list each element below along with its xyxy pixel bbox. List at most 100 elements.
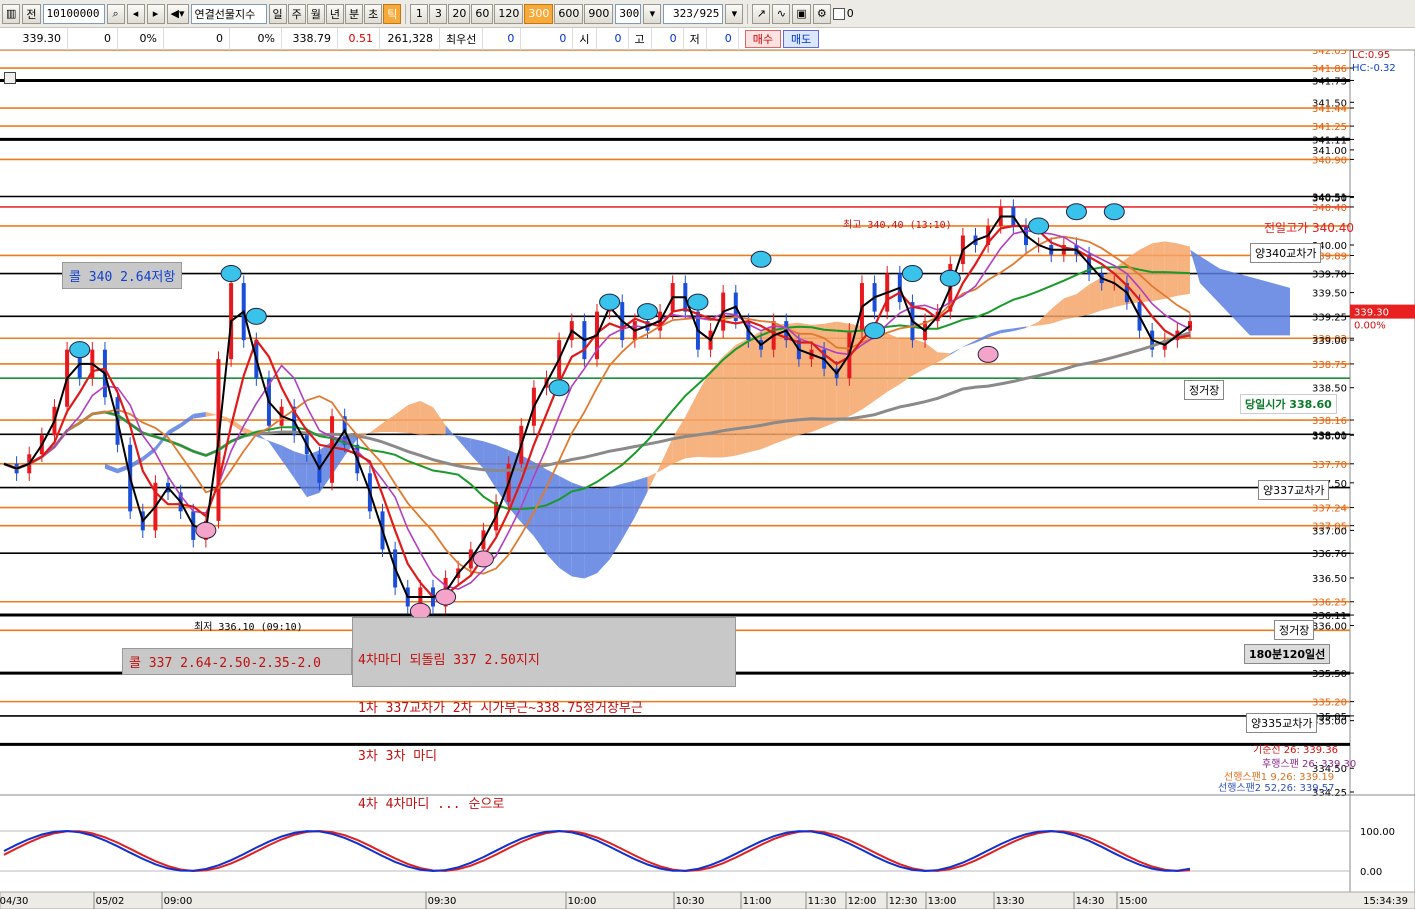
interval-button-0[interactable]: 1 bbox=[410, 3, 429, 24]
ichimoku-cloud-segment bbox=[723, 344, 736, 458]
ichimoku-cloud-segment bbox=[571, 482, 585, 579]
osc-axis-tick: 100.00 bbox=[1360, 827, 1395, 838]
signal-marker-oval bbox=[1065, 203, 1087, 221]
period-button-6[interactable]: 틱 bbox=[383, 3, 402, 24]
ichimoku-cloud-segment bbox=[559, 475, 572, 577]
signal-marker-oval bbox=[245, 307, 267, 325]
price-axis-tick: 337.00 bbox=[1312, 526, 1347, 537]
gear-icon[interactable]: ⚙ bbox=[812, 3, 831, 24]
trading-chart-window: ▥ 전 10100000 ⌕ ◂ ▸ ◀▾ 연결선물지수 일주월년분초틱 132… bbox=[0, 0, 1415, 909]
signal-marker-oval bbox=[472, 550, 494, 568]
price-axis-tick: 340.90 bbox=[1312, 155, 1347, 166]
ichimoku-cloud-segment bbox=[407, 400, 421, 435]
signal-marker-oval bbox=[599, 293, 621, 311]
next-code-icon[interactable]: ▸ bbox=[146, 3, 165, 24]
price-axis-tick: 336.76 bbox=[1312, 549, 1347, 560]
time-axis-label: 10:30 bbox=[676, 896, 705, 907]
ichimoku-cloud-segment bbox=[811, 323, 825, 433]
interval-input[interactable]: 300 bbox=[615, 3, 642, 24]
price-axis-tick: 338.16 bbox=[1312, 416, 1347, 427]
time-axis-label: 12:30 bbox=[889, 896, 918, 907]
quote-v1-pct: 0% bbox=[118, 27, 164, 50]
quote-high: 0 bbox=[652, 27, 684, 50]
ichimoku-cloud-segment bbox=[597, 487, 610, 574]
code-prefix-button[interactable]: 전 bbox=[22, 3, 41, 24]
buy-button[interactable]: 매수 bbox=[744, 29, 781, 48]
chart-menu-icon[interactable] bbox=[4, 72, 16, 84]
period-button-5[interactable]: 초 bbox=[364, 3, 383, 24]
chart-area[interactable]: 342.05 341.86 341.73 341.50 341.44 341.25 341.… bbox=[0, 50, 1415, 909]
quote-b2: 0 bbox=[521, 27, 574, 50]
quote-bar: 339.30 0 0% 0 0% 338.79 0.51 261,328 최우선… bbox=[0, 27, 1415, 50]
quote-price: 339.30 bbox=[0, 27, 68, 50]
interval-button-1[interactable]: 3 bbox=[429, 3, 448, 24]
instrument-field[interactable]: 연결선물지수 bbox=[190, 3, 267, 24]
price-axis-tick: 341.44 bbox=[1312, 104, 1347, 115]
search-icon[interactable]: ⌕ bbox=[106, 3, 125, 24]
ichimoku-cloud-segment bbox=[735, 338, 749, 456]
indicator-icon[interactable]: ∿ bbox=[772, 3, 791, 24]
ichimoku-cloud-segment bbox=[1164, 241, 1178, 299]
quote-volume: 261,328 bbox=[380, 27, 440, 50]
ma180-label: 180분120일선 bbox=[1244, 644, 1331, 664]
signal-marker-oval bbox=[220, 265, 242, 283]
price-axis-tick: 339.25 bbox=[1312, 312, 1347, 323]
best-label: 최우선 bbox=[440, 27, 484, 50]
scroll-icon[interactable]: ▾ bbox=[725, 3, 744, 24]
speaker-icon[interactable]: ◀▾ bbox=[166, 3, 189, 24]
interval-button-2[interactable]: 20 bbox=[448, 3, 471, 24]
signal-marker-oval bbox=[1028, 217, 1050, 235]
period-button-1[interactable]: 주 bbox=[287, 3, 306, 24]
time-axis-label: 09:00 bbox=[164, 896, 193, 907]
sell-button[interactable]: 매도 bbox=[783, 29, 820, 48]
prev-high-label: 전일고가 340.40 bbox=[1264, 221, 1354, 235]
ichimoku-cloud-segment bbox=[1063, 294, 1077, 320]
time-axis-label: 13:30 bbox=[996, 896, 1025, 907]
station-label-1: 정거장 bbox=[1184, 380, 1225, 400]
period-button-2[interactable]: 월 bbox=[306, 3, 325, 24]
interval-dropdown-icon[interactable]: ▾ bbox=[643, 3, 662, 24]
interval-button-4[interactable]: 120 bbox=[494, 3, 524, 24]
period-selector: 일주월년분초틱 bbox=[268, 3, 402, 24]
station-label-2: 정거장 bbox=[1274, 620, 1315, 640]
strategy-note-line: 4차 4차마디 ... 순으로 bbox=[358, 797, 505, 812]
price-axis-tick: 341.25 bbox=[1312, 122, 1347, 133]
chart-type-icon[interactable]: ▥ bbox=[2, 3, 21, 24]
strategy-note-line: 1차 337교차가 2차 시가부근~338.75정거장부근 bbox=[358, 701, 643, 716]
signal-marker-oval bbox=[750, 250, 772, 268]
session-high-note: 최고 340.40 (13:10) bbox=[843, 220, 952, 231]
interval-button-3[interactable]: 60 bbox=[471, 3, 494, 24]
price-axis-tick: 338.00 bbox=[1312, 431, 1347, 442]
ichimoku-cloud-segment bbox=[1177, 243, 1190, 296]
lc-label: LC:0.95 bbox=[1352, 50, 1391, 61]
prev-code-icon[interactable]: ◂ bbox=[126, 3, 145, 24]
interval-button-5[interactable]: 300 bbox=[524, 3, 554, 24]
toolbar-divider bbox=[405, 3, 407, 24]
time-axis-label: 05/02 bbox=[96, 896, 125, 907]
signal-marker-oval bbox=[195, 521, 217, 539]
low-label: 저 bbox=[684, 27, 707, 50]
time-axis-label: 11:30 bbox=[808, 896, 837, 907]
quote-v1: 0 bbox=[68, 27, 118, 50]
call-340-note: 콜 340 2.64저항 bbox=[62, 262, 183, 289]
price-axis-panel bbox=[1349, 50, 1415, 909]
strategy-note-line: 4차마디 되돌림 337 2.50지지 bbox=[358, 653, 540, 668]
trend-tool-icon[interactable]: ↗ bbox=[752, 3, 771, 24]
period-button-4[interactable]: 분 bbox=[345, 3, 364, 24]
interval-button-6[interactable]: 600 bbox=[554, 3, 584, 24]
chart-toolbar: ▥ 전 10100000 ⌕ ◂ ▸ ◀▾ 연결선물지수 일주월년분초틱 132… bbox=[0, 0, 1415, 28]
price-axis-tick: 342.05 bbox=[1312, 50, 1347, 57]
period-button-0[interactable]: 일 bbox=[268, 3, 287, 24]
period-button-3[interactable]: 년 bbox=[325, 3, 345, 24]
ichimoku-cloud-segment bbox=[887, 333, 900, 392]
interval-button-7[interactable]: 900 bbox=[584, 3, 614, 24]
option-checkbox[interactable] bbox=[832, 7, 845, 20]
page-counter: 323/925 bbox=[663, 3, 724, 24]
time-axis-label: 15:00 bbox=[1119, 896, 1148, 907]
signal-marker-oval bbox=[687, 293, 709, 311]
price-axis-tick: 338.75 bbox=[1312, 360, 1347, 371]
code-input[interactable]: 10100000 bbox=[42, 3, 105, 24]
save-icon[interactable]: ▣ bbox=[792, 3, 811, 24]
quote-last: 338.79 bbox=[282, 27, 338, 50]
interval-selector: 1 3 20 60 120 300 600 900 bbox=[410, 3, 614, 24]
